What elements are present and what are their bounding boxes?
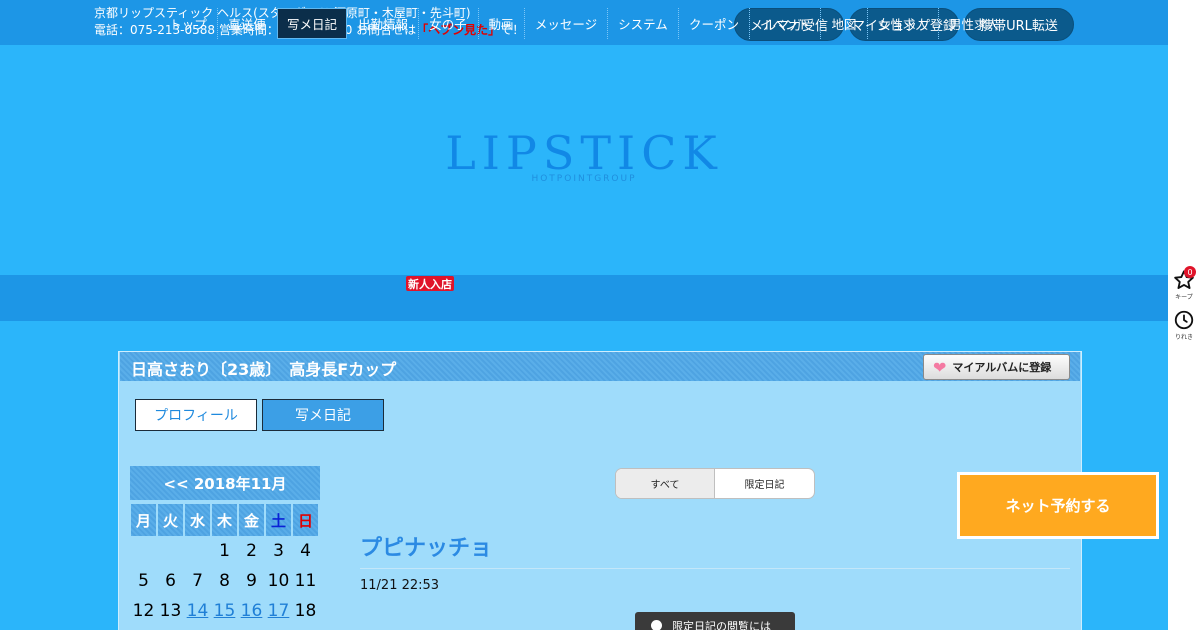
- weekday-header: 土: [266, 504, 291, 536]
- calendar-day: 10: [267, 571, 290, 591]
- calendar-day: 1: [219, 541, 230, 561]
- weekday-header: 水: [185, 504, 210, 536]
- divider: [360, 568, 1070, 569]
- main-nav: [0, 275, 1168, 321]
- weekday-header: 火: [158, 504, 183, 536]
- calendar-day: 18: [294, 601, 317, 621]
- weekday-header: 金: [239, 504, 264, 536]
- nav-divider: [867, 8, 868, 39]
- calendar-day: 8: [219, 571, 230, 591]
- nav-divider: [478, 8, 479, 39]
- history-label: りれき: [1174, 334, 1193, 341]
- clock-icon: [1174, 310, 1194, 330]
- calendar-day-link[interactable]: 14: [184, 596, 211, 626]
- calendar-day: 12: [132, 601, 155, 621]
- new-girl-badge: 新人入店: [406, 276, 454, 291]
- nav-system[interactable]: システム: [611, 8, 675, 39]
- nav-schedule[interactable]: 出勤情報: [352, 8, 414, 39]
- nav-divider: [820, 8, 821, 39]
- calendar-day: 13: [159, 601, 182, 621]
- nav-girls[interactable]: 女の子: [422, 8, 474, 39]
- calendar-day-link[interactable]: 16: [238, 596, 265, 626]
- calendar-day: 11: [294, 571, 317, 591]
- nav-coupon[interactable]: クーポン: [682, 8, 746, 39]
- calendar-day: 4: [300, 541, 311, 561]
- nav-map[interactable]: 地図: [824, 8, 864, 39]
- girl-profile-title: 日高さおり〔23歳〕 高身長Fカップ: [131, 360, 397, 379]
- nav-message[interactable]: メッセージ: [528, 8, 604, 39]
- add-to-album-label: マイアルバムに登録: [952, 361, 1052, 374]
- calendar-day: 5: [138, 571, 149, 591]
- weekday-header: 月: [131, 504, 156, 536]
- nav-divider: [678, 8, 679, 39]
- calendar-day: 9: [246, 571, 257, 591]
- keep-count-badge: 0: [1184, 266, 1196, 278]
- calendar-day-link[interactable]: 17: [265, 596, 292, 626]
- calendar-day: 7: [192, 571, 203, 591]
- nav-divider: [607, 8, 608, 39]
- calendar-day-link[interactable]: 15: [211, 596, 238, 626]
- weekday-header: 日: [293, 504, 318, 536]
- nav-event[interactable]: イベント: [753, 8, 817, 39]
- net-reserve-button[interactable]: ネット予約する: [957, 472, 1159, 539]
- filter-all-button[interactable]: すべて: [616, 469, 715, 498]
- nav-divider: [524, 8, 525, 39]
- tab-photo-diary[interactable]: 写メ日記: [262, 399, 384, 431]
- logo-text: LIPSTICK: [445, 126, 723, 180]
- tab-profile[interactable]: プロフィール: [135, 399, 257, 431]
- add-to-album-button[interactable]: ❤ マイアルバムに登録: [923, 354, 1070, 380]
- filter-limited-button[interactable]: 限定日記: [715, 469, 814, 498]
- locked-diary-text: 限定日記の閲覧には: [672, 620, 771, 630]
- diary-filter-toggle: すべて 限定日記: [615, 468, 815, 499]
- nav-divider: [749, 8, 750, 39]
- weekday-header: 木: [212, 504, 237, 536]
- nav-photo-diary[interactable]: 写メ日記: [277, 8, 347, 39]
- nav-divider: [938, 8, 939, 39]
- nav-video[interactable]: 動画: [482, 8, 520, 39]
- heart-icon: ❤: [933, 357, 947, 377]
- calendar-month-nav[interactable]: << 2018年11月: [130, 466, 320, 500]
- nav-divider: [217, 8, 218, 39]
- logo-subtext: HOTPOINTGROUP: [531, 174, 637, 184]
- keep-label: キープ: [1175, 294, 1193, 301]
- nav-chokusoubin[interactable]: 直送便: [221, 8, 273, 39]
- nav-female-recruit[interactable]: 女性求人: [871, 8, 935, 39]
- lock-icon: [651, 620, 662, 630]
- diary-post-date: 11/21 22:53: [360, 578, 440, 593]
- shop-logo[interactable]: LIPSTICK HOTPOINTGROUP: [0, 128, 1168, 184]
- nav-male-recruit[interactable]: 男性求人: [942, 8, 1006, 39]
- calendar-day: 6: [165, 571, 176, 591]
- diary-post-title[interactable]: プピナッチョ: [360, 530, 492, 562]
- history-icon[interactable]: [1172, 308, 1196, 332]
- calendar-day: 3: [273, 541, 284, 561]
- locked-diary-notice[interactable]: 限定日記の閲覧には: [635, 612, 795, 630]
- nav-divider: [418, 8, 419, 39]
- calendar-day: 2: [246, 541, 257, 561]
- nav-top[interactable]: トップ: [163, 8, 213, 39]
